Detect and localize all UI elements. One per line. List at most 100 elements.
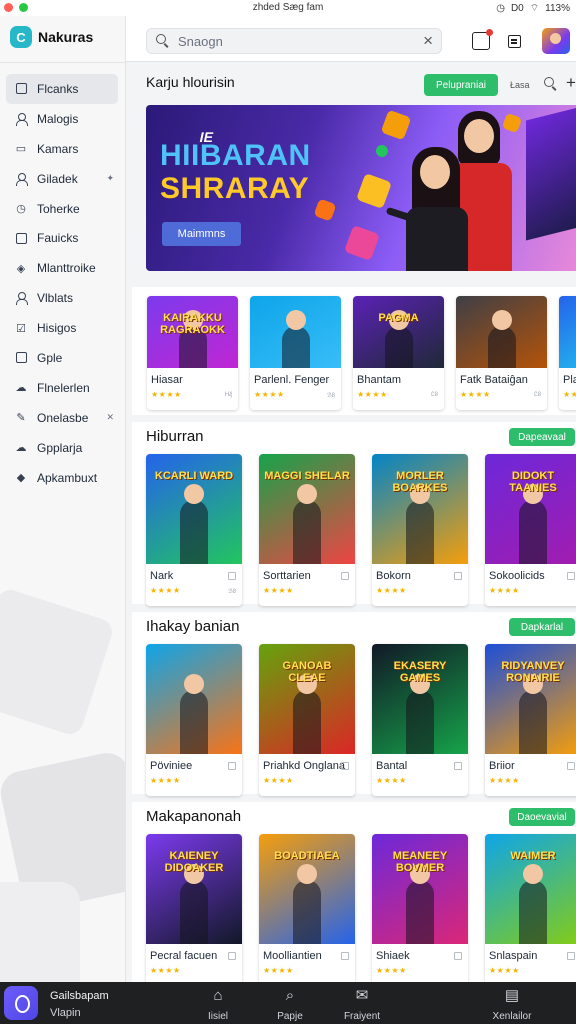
sidebar-item-label: Fauicks [37,231,79,246]
sidebar-item[interactable]: Giladek ✦ [6,164,118,194]
sidebar-item[interactable]: ☁ Flnelerlen [6,373,118,403]
sidebar-item[interactable]: ◈ Mlanttroike [6,253,118,283]
tab-papje[interactable]: ⌕ Papje [262,982,318,1024]
sidebar-item-trail-icon[interactable]: ✕ [106,412,114,423]
game-art: GANOAB CLEAE [259,644,355,754]
game-title: Moolliantien [263,950,322,962]
game-meta: Ꮋ₰ [224,392,232,398]
game-card[interactable]: MEANEEY BOVMER Shiaek ★★★★ [372,834,468,982]
select-checkbox[interactable] [341,952,349,960]
sidebar-item-label: Malogis [37,111,79,126]
sidebar-item[interactable]: Fauicks [6,223,118,253]
game-art-title: KAIRAKKU RAGRAOKK [160,312,225,336]
sidebar-item-label: Giladek [37,171,78,186]
game-art-title: EKASERY GAMES [393,660,447,684]
search-icon: ⌕ [285,987,295,1004]
brand[interactable]: C Nakuras [10,26,93,48]
sidebar-item[interactable]: ☁ Gpplarja [6,433,118,463]
select-checkbox[interactable] [228,952,236,960]
search-icon[interactable] [544,77,558,91]
clear-icon[interactable]: × [423,32,433,50]
search-input[interactable] [178,33,408,49]
sidebar-item[interactable]: ✎ Onelasbe ✕ [6,403,118,433]
tab-xenlailor[interactable]: ▤ Xenlailor [484,982,540,1024]
game-art: MEANEEY BOVMER [372,834,468,944]
hero-heading: Karju hlourisin [146,74,235,90]
game-art: DIDOKT TAANIES [485,454,576,564]
section-more-button[interactable]: Dapkarlal [509,618,575,636]
character-head [491,310,512,331]
sidebar-item[interactable]: Gple [6,343,118,373]
star-rating: ★★★★ [376,776,407,785]
game-card[interactable]: EKASERY GAMES Bantal ★★★★ [372,644,468,796]
battery-level: 113% [545,3,570,14]
add-icon[interactable]: + [566,73,576,93]
game-art-title: GANOAB CLEAE [282,660,332,684]
banner-cta-button[interactable]: Maimmns [162,222,241,246]
sidebar-item[interactable]: Flcanks [6,74,118,104]
hero-action-button[interactable]: Pelupraniai [424,74,498,96]
hero-banner[interactable]: IE HIIBARAN SHRARAY Maimmns [146,105,576,271]
sidebar-item[interactable]: ◷ Toherke [6,194,118,224]
tab-iisiel[interactable]: ⌂ Iisiel [190,982,246,1024]
star-rating: ★★★★ [263,776,294,785]
game-card[interactable]: WAIMER Snlaspain ★★★★ [485,834,576,982]
game-card[interactable]: MAGGI SHELAR Sorttarien ★★★★ [259,454,355,606]
calendar-icon[interactable] [506,32,524,50]
store-logo-icon[interactable] [4,986,38,1020]
select-checkbox[interactable] [567,952,575,960]
sidebar-item[interactable]: ☑ Hisigos [6,313,118,343]
game-title: Snlaspain [489,950,538,962]
avatar[interactable] [542,28,570,54]
select-checkbox[interactable] [228,572,236,580]
box-glyph [15,352,27,364]
section-title: Hiburran [146,428,204,445]
select-checkbox[interactable] [228,762,236,770]
sidebar-item-label: Mlanttroike [37,261,96,276]
game-card[interactable]: DIDOKT TAANIES Sokoolicids ★★★★ [485,454,576,606]
tag-icon: ◆ [16,472,26,485]
game-card[interactable]: KCARLI WARD Nark ★★★★ ℬ8 [146,454,242,606]
sidebar-item[interactable]: ▭ Kamars [6,134,118,164]
sidebar-nav: Flcanks Malogis ▭ Kamars Giladek ✦ ◷ Toherke Fau… [6,74,118,492]
game-title: Bhantam [357,374,402,386]
game-card[interactable]: MORLER BOARKES Bokorn ★★★★ [372,454,468,606]
select-checkbox[interactable] [341,762,349,770]
game-card[interactable]: Fatk Bataiĝan ★★★★ Ꮭ8 [456,296,547,410]
box-glyph [15,232,27,244]
tab-fraiyent[interactable]: ✉ Fraiyent [334,982,390,1024]
game-card[interactable]: GANOAB CLEAE Priahkd Onglana ★★★★ [259,644,355,796]
game-card[interactable]: Pla ★★★★ [559,296,576,410]
game-card[interactable]: KAIENEY DIDOAKER Pecral facuen ★★★★ [146,834,242,982]
sidebar-item[interactable]: Malogis [6,104,118,134]
select-checkbox[interactable] [454,762,462,770]
search-box[interactable]: × [146,28,442,54]
game-card[interactable]: RIDYANVEY RONAIRIE Briior ★★★★ [485,644,576,796]
arcade-screen [526,105,576,241]
game-art-title: MORLER BOARKES [392,470,448,494]
select-checkbox[interactable] [341,572,349,580]
select-checkbox[interactable] [454,952,462,960]
character-figure [180,880,208,944]
notification-icon[interactable] [472,29,493,50]
select-checkbox[interactable] [567,762,575,770]
sidebar-item[interactable]: Vlblats [6,283,118,313]
sidebar-item[interactable]: ◆ Apkambuxt [6,463,118,493]
hero-extra-link[interactable]: Łasa [510,80,530,90]
game-title: Pla [563,374,576,386]
select-checkbox[interactable] [454,572,462,580]
section-more-button[interactable]: Dapeavaal [509,428,575,446]
sidebar-item-trail-icon[interactable]: ✦ [106,173,114,184]
game-card[interactable]: KAIRAKKU RAGRAOKK Hiasar ★★★★ Ꮋ₰ [147,296,238,410]
game-meta: Ꮭ8 [534,392,541,398]
section-more-button[interactable]: Daoevavial [509,808,575,826]
app-window: zhded Sæg fam ◷ D0 ⌔ 113% C Nakuras Flca… [0,0,576,1024]
game-card[interactable]: PAGMA Bhantam ★★★★ Ꮭ8 [353,296,444,410]
select-checkbox[interactable] [567,572,575,580]
game-card[interactable]: Parlenl. Fenger ★★★★ ℬ8 [250,296,341,410]
game-card[interactable]: Pöviniee ★★★★ [146,644,242,796]
game-card[interactable]: BOADTIAEA Moolliantien ★★★★ [259,834,355,982]
star-rating: ★★★★ [563,390,576,399]
app-logo-icon: C [10,26,32,48]
box-icon [14,351,28,365]
